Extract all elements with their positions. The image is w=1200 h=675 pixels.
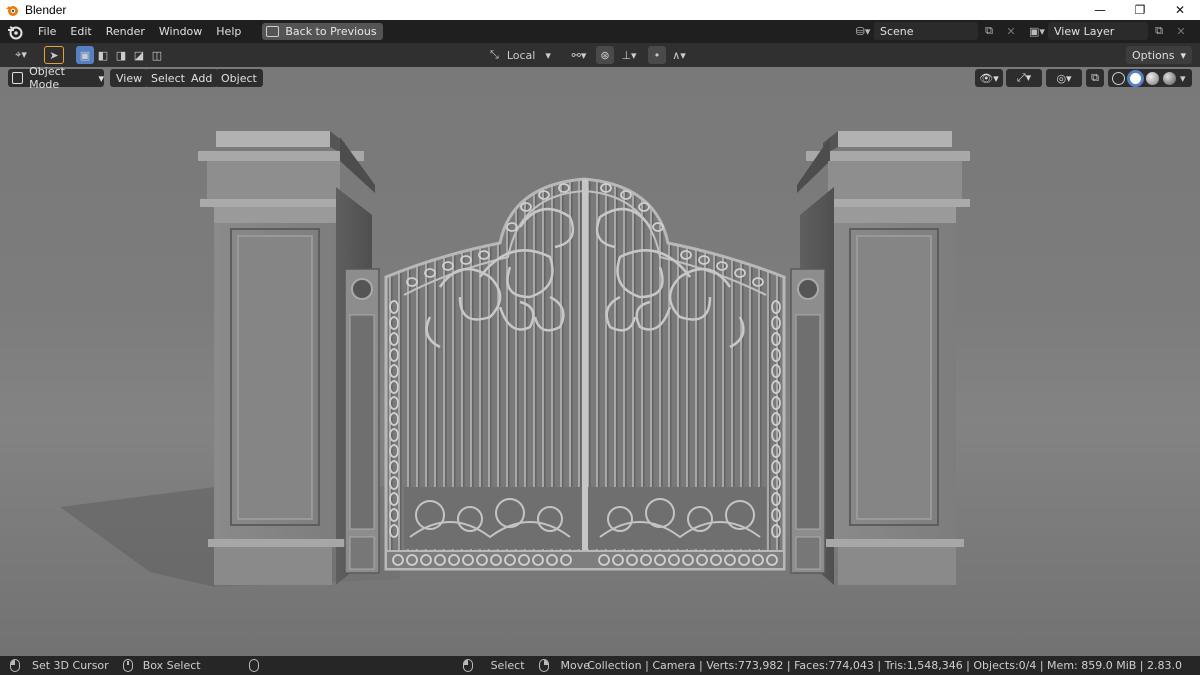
back-screen-icon — [266, 26, 280, 37]
mouse-icon — [248, 659, 259, 672]
select-box-extend-icon[interactable]: ◧ — [94, 46, 112, 64]
orientation-icon: ⤡ — [490, 48, 499, 61]
window-title: Blender — [25, 3, 67, 17]
gate-scene-render — [60, 131, 970, 587]
view-layer-name: View Layer — [1054, 24, 1115, 38]
tool-header: ⌖▾ ➤ ▣ ◧ ◨ ◪ ◫ ⤡ Local ▾ ⚯▾ ⊛ ⊥▾ • ∧▾ Op… — [0, 43, 1200, 67]
object-mode-icon — [12, 72, 24, 84]
back-to-previous-label: Back to Previous — [285, 25, 377, 38]
remove-scene-icon[interactable]: ✕ — [1000, 22, 1022, 40]
menu-edit[interactable]: Edit — [63, 20, 98, 43]
restore-button[interactable]: ❐ — [1120, 0, 1160, 20]
chevron-down-icon: ▾ — [545, 48, 551, 62]
menu-help[interactable]: Help — [209, 20, 248, 43]
scene-name-field[interactable]: Scene — [874, 22, 978, 40]
viewport-menu-object[interactable]: Object — [215, 69, 263, 87]
right-gate-post — [790, 268, 826, 574]
middle-mouse-icon — [122, 659, 133, 672]
chevron-down-icon: ▾ — [1180, 48, 1186, 62]
blender-logo-icon[interactable] — [7, 24, 23, 40]
solid-shading-icon[interactable] — [1129, 71, 1142, 85]
select-box-new-icon[interactable]: ▣ — [76, 46, 94, 64]
back-to-previous-button[interactable]: Back to Previous — [262, 23, 383, 40]
view-layer-field[interactable]: View Layer — [1048, 22, 1148, 40]
status-hint-box-select: Box Select — [142, 659, 201, 672]
pivot-point-icon[interactable]: ⚯▾ — [566, 46, 592, 64]
options-dropdown[interactable]: Options ▾ — [1126, 46, 1192, 64]
blender-topbar: File Edit Render Window Help Back to Pre… — [0, 20, 1200, 43]
editor-type-icon[interactable]: ⌖▾ — [8, 46, 34, 64]
viewport-menu-add[interactable]: Add — [185, 69, 219, 87]
object-mode-label: Object Mode — [29, 67, 65, 91]
wireframe-shading-icon[interactable] — [1112, 71, 1125, 85]
left-mouse-icon — [10, 659, 20, 672]
overlays-toggle-icon[interactable]: ◎▾ — [1046, 69, 1082, 87]
window-titlebar: Blender — ❐ ✕ — [0, 0, 1200, 20]
scene-name: Scene — [880, 24, 914, 38]
shading-mode-group: ▾ — [1108, 69, 1192, 87]
proportional-edit-icon[interactable]: • — [648, 46, 666, 64]
snap-target-icon[interactable]: ⊥▾ — [616, 46, 642, 64]
menu-file[interactable]: File — [31, 20, 63, 43]
right-mouse-icon — [538, 659, 549, 672]
blender-app-icon — [6, 6, 18, 16]
new-view-layer-icon[interactable]: ⧉ — [1148, 22, 1170, 40]
minimize-button[interactable]: — — [1080, 0, 1120, 20]
view-layer-icon[interactable]: ▣▾ — [1026, 22, 1048, 40]
close-window-button[interactable]: ✕ — [1160, 0, 1200, 20]
xray-toggle-icon[interactable]: ⧉ — [1086, 69, 1104, 87]
scene-icon[interactable]: ⛁▾ — [852, 22, 874, 40]
menu-render[interactable]: Render — [99, 20, 152, 43]
remove-view-layer-icon[interactable]: ✕ — [1170, 22, 1192, 40]
orientation-label: Local — [506, 48, 536, 62]
status-hint-cursor: Set 3D Cursor — [32, 659, 109, 672]
options-label: Options — [1132, 48, 1175, 62]
transform-orientation-dropdown[interactable]: ⤡ Local ▾ — [490, 46, 560, 64]
left-gate-post — [344, 268, 380, 574]
falloff-icon[interactable]: ∧▾ — [666, 46, 692, 64]
visibility-icon[interactable]: 👁▾ — [975, 69, 1003, 87]
scene-selector-area: ⛁▾ Scene ⧉ ✕ ▣▾ View Layer ⧉ ✕ — [852, 22, 1192, 40]
select-box-subtract-icon[interactable]: ◨ — [112, 46, 130, 64]
chevron-down-icon: ▾ — [98, 71, 104, 85]
menu-window[interactable]: Window — [152, 20, 209, 43]
new-scene-icon[interactable]: ⧉ — [978, 22, 1000, 40]
scene-statistics: Collection | Camera | Verts:773,982 | Fa… — [587, 659, 1182, 672]
select-tool-icon[interactable]: ➤ — [44, 46, 64, 64]
select-box-invert-icon[interactable]: ◪ — [130, 46, 148, 64]
rendered-shading-icon[interactable] — [1163, 71, 1176, 85]
status-bar: Set 3D Cursor Box Select Select Move Col… — [0, 656, 1200, 675]
status-hint-move: Move — [560, 659, 591, 672]
3d-viewport[interactable]: Object Mode ▾ View Select Add Object 👁▾ … — [0, 67, 1200, 656]
viewport-menu-view[interactable]: View — [110, 69, 149, 87]
left-mouse-icon — [462, 659, 473, 672]
object-mode-dropdown[interactable]: Object Mode ▾ — [8, 67, 104, 91]
status-hint-select: Select — [490, 659, 525, 672]
select-box-intersect-icon[interactable]: ◫ — [148, 46, 166, 64]
material-shading-icon[interactable] — [1146, 71, 1159, 85]
chevron-down-icon[interactable]: ▾ — [1180, 72, 1186, 85]
gizmo-toggle-icon[interactable]: ⤢▾ — [1006, 69, 1042, 87]
snap-toggle-icon[interactable]: ⊛ — [596, 46, 614, 64]
iron-gate — [384, 177, 786, 571]
